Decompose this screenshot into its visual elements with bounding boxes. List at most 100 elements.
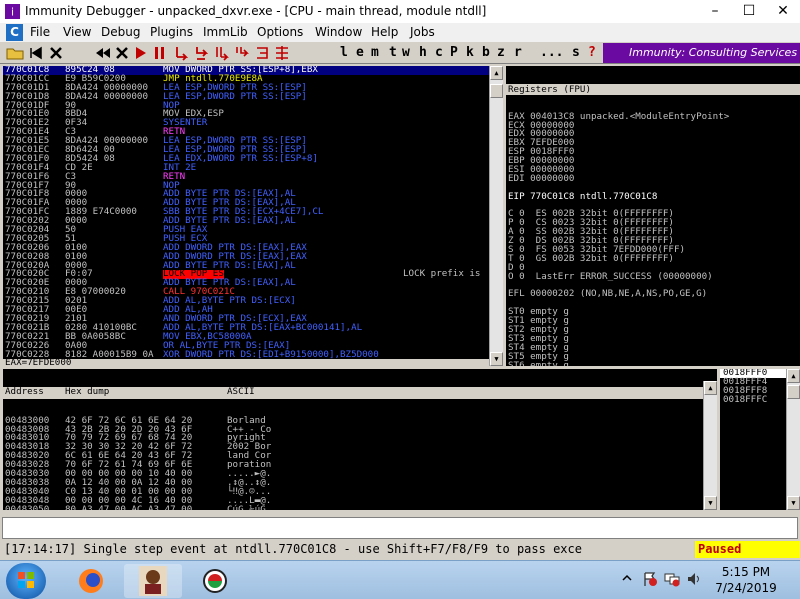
toolbar-call-stack-button[interactable]: k	[466, 45, 474, 60]
open-folder-icon[interactable]	[6, 45, 24, 61]
toolbar-breakpoints-button[interactable]: b	[482, 45, 490, 60]
register-line[interactable]: EDI 00000000	[506, 174, 800, 184]
run-icon[interactable]	[134, 45, 148, 61]
register-line[interactable]: EIP 770C01C8 ntdll.770C01C8	[506, 192, 800, 202]
immunity-debugger-icon	[139, 566, 167, 596]
dump-header-ascii[interactable]: ASCII	[227, 387, 255, 397]
dump-address: 00483050	[5, 503, 50, 510]
register-line[interactable]: ST6 empty g	[506, 361, 800, 366]
toolbar-cpu-button[interactable]: c	[435, 45, 443, 60]
toolbar-log-button[interactable]: l	[340, 45, 348, 60]
dump-hex: 80 A3 47 00 AC A3 47 00	[65, 503, 193, 510]
toolbar-memory-map-button[interactable]: m	[371, 45, 379, 60]
hex-dump-pane[interactable]: Address Hex dump ASCII 00483000 42 6F 72 …	[3, 369, 717, 510]
disassembly-row[interactable]: 770C0228 8182 A00015B9 0A XOR DWORD PTR DS…	[3, 348, 489, 360]
rewind-icon[interactable]	[95, 45, 111, 61]
scroll-up-icon[interactable]: ▲	[490, 66, 503, 80]
toolbar-patches-button[interactable]: P	[450, 45, 458, 60]
instruction-comment: LOCK prefix is	[403, 268, 481, 280]
minimize-button[interactable]: –	[698, 0, 732, 22]
clock-date: 7/24/2019	[715, 581, 777, 595]
disassembly-scrollbar[interactable]: ▲ ▼	[489, 66, 503, 366]
clock-time: 5:15 PM	[721, 565, 771, 579]
immunity-banner[interactable]: Immunity: Consulting Services Ma	[603, 43, 800, 63]
start-button[interactable]	[6, 563, 46, 599]
network-app-icon	[203, 569, 227, 593]
dump-header-hex[interactable]: Hex dump	[65, 387, 109, 397]
toolbar-references-button[interactable]: r	[514, 45, 522, 60]
menu-immlib[interactable]: ImmLib	[203, 25, 248, 39]
toolbar-executable-modules-button[interactable]: e	[356, 45, 364, 60]
register-line[interactable]: O 0 LastErr ERROR_SUCCESS (00000000)	[506, 272, 800, 282]
stop-icon[interactable]	[115, 45, 129, 61]
action-center-flag-icon[interactable]	[642, 571, 658, 587]
title-bar: i Immunity Debugger - unpacked_dxvr.exe …	[0, 0, 800, 23]
svg-text:i: i	[11, 6, 14, 19]
menu-debug[interactable]: Debug	[101, 25, 140, 39]
taskbar-firefox[interactable]	[62, 564, 120, 598]
step-into-icon[interactable]	[174, 45, 190, 61]
registers-pane[interactable]: Registers (FPU) EAX 004013C8 unpacked.<M…	[506, 66, 800, 366]
restart-icon[interactable]	[28, 45, 44, 61]
dump-ascii: ÇúG.¼úG.	[227, 503, 272, 510]
scroll-thumb[interactable]	[490, 84, 503, 98]
trace-over-icon[interactable]	[234, 45, 250, 61]
menu-options[interactable]: Options	[257, 25, 303, 39]
stack-scroll-up-icon[interactable]: ▲	[787, 369, 800, 383]
instruction-bytes: 8DA424 00000000	[65, 90, 148, 102]
command-input[interactable]	[2, 517, 798, 539]
toolbar-run-trace-button[interactable]: ...	[540, 45, 563, 60]
instruction-text: XOR DWORD PTR DS:[EDI+B9150000],BZ5D000	[163, 348, 379, 360]
menu-help[interactable]: Help	[371, 25, 398, 39]
disassembly-pane[interactable]: 770C01C8 895C24 08 MOV DWORD PTR SS:[ESP+8…	[3, 66, 489, 366]
menu-window[interactable]: Window	[315, 25, 362, 39]
taskbar-immunity-debugger[interactable]	[124, 564, 182, 598]
stack-scrollbar[interactable]: ▲ ▼	[786, 369, 800, 510]
dump-header-address[interactable]: Address	[5, 387, 44, 397]
clock[interactable]: 5:15 PM 7/24/2019	[706, 564, 786, 596]
taskbar-network-app[interactable]	[186, 564, 244, 598]
instruction-text: LEA ESP,DWORD PTR SS:[ESP]	[163, 90, 307, 102]
step-over-icon[interactable]	[194, 45, 210, 61]
show-hidden-icons-icon[interactable]	[620, 571, 634, 585]
windows-logo-icon	[18, 572, 34, 588]
dump-row[interactable]: 00483050 80 A3 47 00 AC A3 47 00 ÇúG.¼úG.	[3, 503, 717, 510]
immunity-app-icon: i	[5, 4, 20, 19]
instruction-bytes: 8182 A00015B9 0A	[65, 348, 154, 360]
toolbar-source-button[interactable]: s	[572, 45, 580, 60]
dump-header: Address Hex dump ASCII	[3, 387, 717, 399]
register-line[interactable]: EFL 00000202 (NO,NB,NE,A,NS,PO,GE,G)	[506, 289, 800, 299]
window-title: Immunity Debugger - unpacked_dxvr.exe - …	[25, 4, 487, 18]
trace-into-icon[interactable]	[214, 45, 230, 61]
dump-scrollbar[interactable]: ▲ ▼	[703, 381, 717, 510]
pause-icon[interactable]	[153, 45, 167, 61]
dump-scroll-up-icon[interactable]: ▲	[704, 381, 717, 395]
scroll-down-icon[interactable]: ▼	[490, 352, 503, 366]
close-button[interactable]: ✕	[766, 0, 800, 22]
info-line-text: EAX=7EFDE000	[5, 357, 72, 366]
close-process-icon[interactable]	[48, 45, 64, 61]
stack-scroll-thumb[interactable]	[787, 385, 800, 399]
volume-icon[interactable]	[686, 571, 702, 587]
menu-file[interactable]: File	[30, 25, 50, 39]
toolbar: l e m t w h c P k b z r ... s ? Immunity…	[0, 42, 800, 64]
taskbar: 5:15 PM 7/24/2019	[0, 560, 800, 599]
cpu-window-icon[interactable]: C	[6, 24, 23, 41]
registers-header[interactable]: Registers (FPU)	[506, 83, 800, 95]
register-line[interactable]: T 0 GS 002B 32bit 0(FFFFFFFF)	[506, 254, 800, 264]
go-to-address-icon[interactable]	[274, 45, 290, 61]
menu-jobs[interactable]: Jobs	[410, 25, 435, 39]
network-icon[interactable]	[664, 571, 680, 587]
dump-scroll-down-icon[interactable]: ▼	[704, 496, 717, 510]
toolbar-handles-button[interactable]: h	[419, 45, 427, 60]
toolbar-hw-breakpoints-button[interactable]: z	[497, 45, 505, 60]
toolbar-help-button[interactable]: ?	[588, 45, 596, 60]
firefox-icon	[79, 569, 103, 593]
menu-view[interactable]: View	[63, 25, 91, 39]
toolbar-threads-button[interactable]: t	[389, 45, 397, 60]
maximize-button[interactable]: ☐	[732, 0, 766, 22]
menu-plugins[interactable]: Plugins	[150, 25, 193, 39]
stack-scroll-down-icon[interactable]: ▼	[787, 496, 800, 510]
execute-till-return-icon[interactable]	[254, 45, 270, 61]
toolbar-windows-button[interactable]: w	[402, 45, 410, 60]
